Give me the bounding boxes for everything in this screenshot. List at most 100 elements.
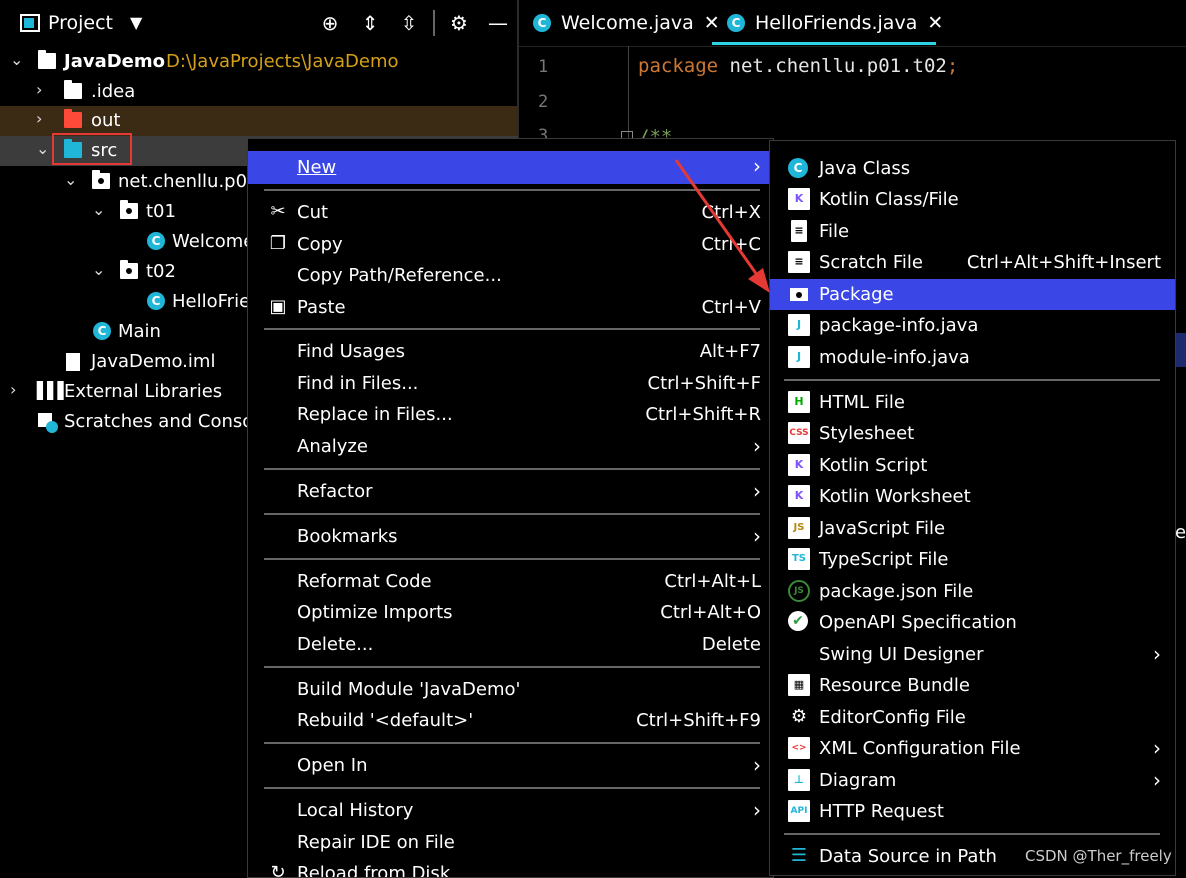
menu-item-analyze[interactable]: Analyze › bbox=[248, 431, 773, 462]
minimize-icon[interactable]: — bbox=[486, 12, 510, 34]
menu-item-label: Rebuild '<default>' bbox=[297, 710, 474, 731]
submenu-item-package-json[interactable]: JS package.json File bbox=[770, 576, 1175, 607]
submenu-item-scratch[interactable]: ≡ Scratch File Ctrl+Alt+Shift+Insert bbox=[770, 247, 1175, 278]
menu-item-open-in[interactable]: Open In › bbox=[248, 750, 773, 781]
chevron-down-icon[interactable]: ⌄ bbox=[36, 141, 52, 157]
menu-separator bbox=[264, 189, 760, 191]
menu-item-paste[interactable]: ▣ Paste Ctrl+V bbox=[248, 292, 773, 323]
chevron-down-icon[interactable]: ⌄ bbox=[92, 202, 108, 218]
tree-label-t01: t01 bbox=[146, 201, 176, 222]
chevron-down-icon[interactable]: ⌄ bbox=[10, 52, 26, 68]
menu-item-shortcut: Alt+F7 bbox=[699, 341, 761, 362]
package-icon bbox=[92, 170, 110, 189]
submenu-item-xml-config[interactable]: <> XML Configuration File › bbox=[770, 733, 1175, 764]
menu-item-rebuild[interactable]: Rebuild '<default>' Ctrl+Shift+F9 bbox=[248, 705, 773, 736]
excluded-folder-icon bbox=[64, 109, 82, 128]
submenu-item-html[interactable]: H HTML File bbox=[770, 387, 1175, 418]
submenu-item-label: File bbox=[819, 221, 850, 242]
scissors-icon: ✂ bbox=[270, 201, 286, 222]
menu-item-copy[interactable]: ❐ Copy Ctrl+C bbox=[248, 229, 773, 260]
chevron-down-icon[interactable]: ⌄ bbox=[64, 172, 80, 188]
submenu-item-label: TypeScript File bbox=[819, 549, 949, 570]
submenu-item-label: Package bbox=[819, 284, 894, 305]
submenu-item-stylesheet[interactable]: CSS Stylesheet bbox=[770, 418, 1175, 449]
menu-item-replace-in-files[interactable]: Replace in Files... Ctrl+Shift+R bbox=[248, 399, 773, 430]
menu-item-refactor[interactable]: Refactor › bbox=[248, 476, 773, 507]
submenu-item-diagram[interactable]: ⊥ Diagram › bbox=[770, 765, 1175, 796]
tree-label-idea: .idea bbox=[91, 81, 136, 102]
chevron-right-icon[interactable]: › bbox=[36, 82, 52, 98]
chevron-right-icon: › bbox=[753, 479, 761, 503]
css-file-icon: CSS bbox=[788, 422, 810, 444]
submenu-item-label: JavaScript File bbox=[819, 518, 946, 539]
menu-item-label: New bbox=[297, 157, 337, 178]
tree-row-out[interactable]: › out bbox=[0, 106, 518, 136]
submenu-item-resource-bundle[interactable]: ▦ Resource Bundle bbox=[770, 670, 1175, 701]
submenu-item-swing[interactable]: Swing UI Designer › bbox=[770, 639, 1175, 670]
menu-item-repair-ide[interactable]: Repair IDE on File bbox=[248, 827, 773, 858]
locate-icon[interactable]: ⊕ bbox=[318, 12, 342, 34]
tree-label-iml: JavaDemo.iml bbox=[91, 351, 216, 372]
menu-item-new[interactable]: New › bbox=[248, 151, 773, 184]
submenu-item-package-info[interactable]: J package-info.java bbox=[770, 310, 1175, 341]
submenu-item-file[interactable]: ≡ File bbox=[770, 216, 1175, 247]
tab-welcome[interactable]: C Welcome.java ✕ bbox=[533, 12, 720, 34]
menu-item-local-history[interactable]: Local History › bbox=[248, 795, 773, 826]
close-icon[interactable]: ✕ bbox=[927, 12, 943, 34]
tab-label: HelloFriends.java bbox=[755, 12, 918, 34]
menu-item-delete[interactable]: Delete... Delete bbox=[248, 629, 773, 660]
chevron-down-icon[interactable]: ▼ bbox=[130, 13, 142, 32]
java-class-icon: C bbox=[147, 292, 165, 310]
menu-separator bbox=[784, 379, 1160, 381]
submenu-item-package[interactable]: Package bbox=[770, 279, 1175, 310]
tree-label-package: net.chenllu.p01 bbox=[118, 171, 259, 192]
menu-item-shortcut: Ctrl+Shift+R bbox=[645, 404, 761, 425]
menu-item-reformat[interactable]: Reformat Code Ctrl+Alt+L bbox=[248, 566, 773, 597]
expand-all-icon[interactable]: ⇕ bbox=[358, 12, 382, 34]
submenu-item-label: package-info.java bbox=[819, 315, 979, 336]
menu-item-label: Open In bbox=[297, 755, 368, 776]
chevron-right-icon[interactable]: › bbox=[36, 111, 52, 127]
submenu-item-javascript[interactable]: JS JavaScript File bbox=[770, 513, 1175, 544]
menu-item-reload[interactable]: ↻ Reload from Disk bbox=[248, 858, 773, 878]
menu-item-label: Replace in Files... bbox=[297, 404, 453, 425]
submenu-item-label: EditorConfig File bbox=[819, 707, 966, 728]
submenu-item-shortcut: Ctrl+Alt+Shift+Insert bbox=[966, 252, 1161, 273]
clock-icon bbox=[46, 421, 58, 433]
submenu-item-typescript[interactable]: TS TypeScript File bbox=[770, 544, 1175, 575]
submenu-item-kotlin-script[interactable]: K Kotlin Script bbox=[770, 450, 1175, 481]
tree-row-idea[interactable]: › .idea bbox=[0, 77, 518, 107]
menu-item-label: Local History bbox=[297, 800, 414, 821]
submenu-item-java-class[interactable]: C Java Class bbox=[770, 153, 1175, 184]
chevron-right-icon[interactable]: › bbox=[10, 382, 26, 398]
copy-icon: ❐ bbox=[269, 233, 287, 254]
submenu-item-kotlin-worksheet[interactable]: K Kotlin Worksheet bbox=[770, 481, 1175, 512]
menu-item-find-in-files[interactable]: Find in Files... Ctrl+Shift+F bbox=[248, 368, 773, 399]
chevron-down-icon[interactable]: ⌄ bbox=[92, 262, 108, 278]
submenu-item-editorconfig[interactable]: ⚙ EditorConfig File bbox=[770, 702, 1175, 733]
menu-item-cut[interactable]: ✂ Cut Ctrl+X bbox=[248, 197, 773, 228]
menu-item-label: Refactor bbox=[297, 481, 373, 502]
menu-item-find-usages[interactable]: Find Usages Alt+F7 bbox=[248, 336, 773, 367]
submenu-item-module-info[interactable]: J module-info.java bbox=[770, 342, 1175, 373]
gear-icon[interactable]: ⚙ bbox=[447, 12, 471, 34]
submenu-item-http[interactable]: API HTTP Request bbox=[770, 796, 1175, 827]
tree-label-t02: t02 bbox=[146, 261, 176, 282]
menu-item-build-module[interactable]: Build Module 'JavaDemo' bbox=[248, 674, 773, 705]
menu-item-label: Bookmarks bbox=[297, 526, 398, 547]
collapse-all-icon[interactable]: ⇳ bbox=[397, 12, 421, 34]
tree-row-root[interactable]: ⌄ JavaDemo D:\JavaProjects\JavaDemo bbox=[0, 47, 518, 77]
tab-hellofriends[interactable]: C HelloFriends.java ✕ bbox=[727, 12, 943, 34]
clipboard-icon: ▣ bbox=[269, 296, 287, 317]
close-icon[interactable]: ✕ bbox=[704, 12, 720, 34]
project-view-icon[interactable] bbox=[20, 14, 40, 32]
menu-item-optimize-imports[interactable]: Optimize Imports Ctrl+Alt+O bbox=[248, 597, 773, 628]
submenu-item-kotlin-class[interactable]: K Kotlin Class/File bbox=[770, 184, 1175, 215]
submenu-item-openapi[interactable]: ✔ OpenAPI Specification bbox=[770, 607, 1175, 638]
openapi-icon: ✔ bbox=[788, 611, 808, 631]
code-line-1[interactable]: package net.chenllu.p01.t02; bbox=[638, 55, 958, 77]
project-view-title[interactable]: Project bbox=[48, 12, 113, 34]
menu-item-bookmarks[interactable]: Bookmarks › bbox=[248, 521, 773, 552]
java-file-icon: J bbox=[788, 314, 810, 336]
menu-item-copy-path[interactable]: Copy Path/Reference... bbox=[248, 260, 773, 291]
